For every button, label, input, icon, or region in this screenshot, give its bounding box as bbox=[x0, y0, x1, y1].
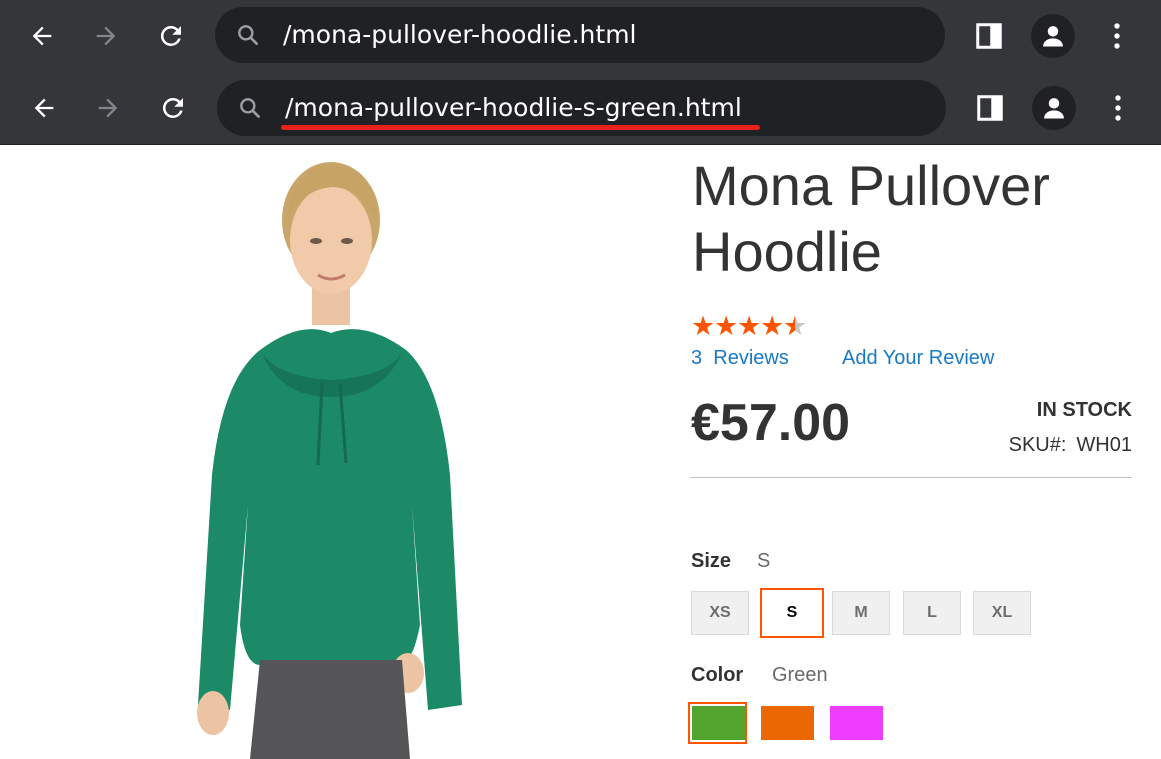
forward-button[interactable] bbox=[84, 14, 128, 58]
avatar bbox=[1031, 14, 1075, 58]
add-review-link[interactable]: Add Your Review bbox=[842, 346, 994, 370]
stock-status: IN STOCK bbox=[1036, 399, 1132, 421]
rating-stars: ★ ★ ★ ★ ★★ bbox=[691, 311, 808, 341]
color-swatch-green[interactable] bbox=[692, 706, 745, 740]
side-panel-button[interactable] bbox=[967, 14, 1011, 58]
address-bar[interactable]: /mona-pullover-hoodlie.html bbox=[215, 7, 945, 63]
info-divider bbox=[690, 477, 1132, 478]
sku-row: SKU#: WH01 bbox=[1009, 433, 1132, 457]
browser-chrome: /mona-pullover-hoodlie.html /mona-pullov… bbox=[0, 0, 1161, 145]
color-label: Color bbox=[691, 664, 744, 686]
color-swatch-purple[interactable] bbox=[830, 706, 883, 740]
browser-toolbar-2: /mona-pullover-hoodlie-s-green.html bbox=[0, 72, 1161, 144]
star-full-icon: ★ bbox=[691, 311, 716, 341]
search-icon bbox=[238, 25, 258, 45]
side-panel-icon bbox=[977, 95, 1003, 121]
reload-icon bbox=[162, 97, 183, 118]
size-option-m[interactable]: M bbox=[832, 591, 890, 635]
product-image[interactable] bbox=[150, 145, 570, 759]
address-bar-url[interactable]: /mona-pullover-hoodlie.html bbox=[283, 7, 637, 63]
reload-button[interactable] bbox=[151, 86, 195, 130]
reload-icon bbox=[160, 25, 181, 46]
star-full-icon: ★ bbox=[760, 311, 785, 341]
profile-icon bbox=[1044, 98, 1064, 119]
arrow-left-icon bbox=[32, 26, 52, 46]
product-title: Mona Pullover Hoodlie bbox=[692, 154, 1050, 283]
avatar bbox=[1032, 86, 1076, 130]
forward-button[interactable] bbox=[86, 86, 130, 130]
profile-icon bbox=[1043, 26, 1063, 47]
search-icon bbox=[240, 98, 260, 118]
reviews-count: 3 bbox=[691, 347, 703, 369]
back-button[interactable] bbox=[22, 86, 66, 130]
profile-button[interactable] bbox=[1031, 14, 1075, 58]
reload-button[interactable] bbox=[149, 14, 193, 58]
size-label: Size bbox=[691, 550, 732, 572]
star-full-icon: ★ bbox=[714, 311, 739, 341]
size-option-xl[interactable]: XL bbox=[973, 591, 1031, 635]
arrow-left-icon bbox=[34, 98, 54, 118]
star-half-icon: ★★ bbox=[783, 311, 808, 341]
reviews-label: Reviews bbox=[713, 347, 789, 369]
sku-value: WH01 bbox=[1076, 434, 1132, 456]
product-price: €57.00 bbox=[691, 394, 851, 452]
side-panel-button[interactable] bbox=[968, 86, 1012, 130]
browser-menu-button[interactable] bbox=[1096, 86, 1140, 130]
browser-menu-button[interactable] bbox=[1095, 14, 1139, 58]
arrow-right-icon bbox=[96, 26, 116, 46]
size-option-s[interactable]: S bbox=[760, 588, 824, 638]
size-selected-value: S bbox=[757, 550, 771, 572]
sku-label: SKU#: bbox=[1008, 434, 1067, 456]
kebab-menu-icon bbox=[1114, 23, 1120, 49]
product-photo-woman-green-hoodie bbox=[197, 162, 462, 759]
star-full-icon: ★ bbox=[737, 311, 762, 341]
browser-toolbar-1: /mona-pullover-hoodlie.html bbox=[0, 0, 1161, 72]
back-button[interactable] bbox=[20, 14, 64, 58]
reviews-link[interactable]: 3 Reviews bbox=[691, 346, 789, 370]
color-selected-value: Green bbox=[772, 664, 828, 686]
url-highlight-underline bbox=[281, 125, 760, 130]
profile-button[interactable] bbox=[1032, 86, 1076, 130]
color-swatch-orange[interactable] bbox=[761, 706, 814, 740]
kebab-menu-icon bbox=[1115, 95, 1121, 121]
arrow-right-icon bbox=[98, 98, 118, 118]
size-option-xs[interactable]: XS bbox=[691, 591, 749, 635]
size-option-l[interactable]: L bbox=[903, 591, 961, 635]
side-panel-icon bbox=[976, 23, 1002, 49]
